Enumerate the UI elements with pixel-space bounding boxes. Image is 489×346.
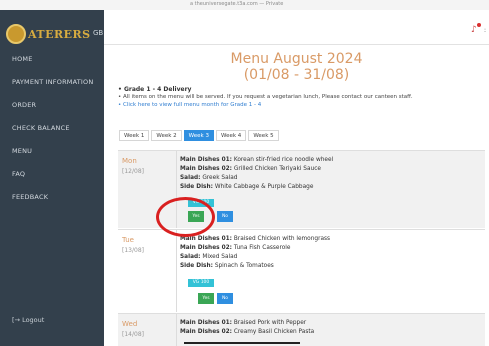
- dish-line: Salad: Mixed Salad: [180, 254, 238, 260]
- annotation-circle: [156, 197, 215, 237]
- vegetarian-badge[interactable]: VG 100: [188, 279, 214, 287]
- logout-label: Logout: [22, 316, 45, 324]
- browser-bar: a theuniversegate.t3a.com — Private: [0, 0, 489, 10]
- date-range: (01/08 - 31/08): [243, 67, 350, 83]
- nav-faq[interactable]: FAQ: [12, 170, 25, 178]
- tab-week-5[interactable]: Week 5: [248, 130, 279, 141]
- tab-week-2[interactable]: Week 2: [151, 130, 182, 141]
- tab-week-1[interactable]: Week 1: [119, 130, 150, 141]
- nav-home[interactable]: HOME: [12, 55, 33, 63]
- logout-icon: [→: [12, 316, 20, 324]
- url-text: a theuniversegate.t3a.com — Private: [190, 1, 284, 7]
- menu-note: • All items on the menu will be served. …: [118, 94, 413, 100]
- tab-week-4[interactable]: Week 4: [215, 130, 247, 141]
- annotation-scribble: [184, 342, 300, 344]
- dish-list: Main Dishes 01: Braised Pork with Pepper…: [180, 319, 314, 337]
- logo-text: ATERERS: [28, 27, 91, 41]
- day-date: [12/08]: [122, 168, 144, 175]
- user-menu-icon[interactable]: :: [484, 27, 486, 34]
- no-button[interactable]: No: [217, 293, 233, 304]
- dish-line: Main Dishes 01: Braised Chicken with lem…: [180, 236, 331, 242]
- language-toggle[interactable]: GB: [93, 29, 103, 37]
- tab-week-3[interactable]: Week 3: [183, 130, 214, 141]
- day-date: [13/08]: [122, 247, 144, 254]
- header-divider: [104, 44, 489, 45]
- column-divider: [176, 314, 177, 346]
- dish-line: Side Dish: Spinach & Tomatoes: [180, 263, 274, 269]
- dish-line: Salad: Greek Salad: [180, 175, 238, 181]
- day-row-wed: Wed [14/08] Main Dishes 01: Braised Pork…: [118, 313, 485, 346]
- dish-line: Main Dishes 02: Grilled Chicken Teriyaki…: [180, 166, 321, 172]
- day-name: Mon: [122, 157, 137, 165]
- notification-dot: [477, 23, 481, 27]
- nav-check-balance[interactable]: CHECK BALANCE: [12, 124, 70, 132]
- sidebar: ATERERS GB HOME PAYMENT INFORMATION ORDE…: [0, 10, 104, 346]
- day-row-tue: Tue [13/08] Main Dishes 01: Braised Chic…: [118, 229, 485, 312]
- full-menu-link[interactable]: • Click here to view full menu month for…: [118, 102, 261, 108]
- nav-order[interactable]: ORDER: [12, 101, 36, 109]
- column-divider: [176, 230, 177, 312]
- week-tabs: Week 1 Week 2 Week 3 Week 4 Week 5: [119, 130, 281, 141]
- logo[interactable]: ATERERS GB: [6, 24, 103, 44]
- dish-line: Side Dish: White Cabbage & Purple Cabbag…: [180, 184, 314, 190]
- day-date: [14/08]: [122, 331, 144, 338]
- grade-label: • Grade 1 - 4 Delivery: [118, 86, 192, 93]
- yes-button[interactable]: Yes: [198, 293, 214, 304]
- nav-feedback[interactable]: FEEDBACK: [12, 193, 48, 201]
- dish-line: Main Dishes 01: Braised Pork with Pepper: [180, 320, 307, 326]
- day-name: Tue: [122, 236, 134, 244]
- day-name: Wed: [122, 320, 138, 328]
- logo-badge-icon: [6, 24, 26, 44]
- page-title: Menu August 2024: [230, 51, 363, 67]
- dish-list: Main Dishes 01: Braised Chicken with lem…: [180, 235, 330, 271]
- bell-icon[interactable]: ♪: [471, 25, 477, 35]
- no-button[interactable]: No: [217, 211, 233, 222]
- nav-payment-information[interactable]: PAYMENT INFORMATION: [12, 78, 93, 86]
- dish-line: Main Dishes 02: Creamy Basil Chicken Pas…: [180, 329, 315, 335]
- nav-menu[interactable]: MENU: [12, 147, 32, 155]
- logout-link[interactable]: [→ Logout: [12, 316, 44, 324]
- dish-list: Main Dishes 01: Korean stir-fried rice n…: [180, 156, 333, 192]
- dish-line: Main Dishes 02: Tuna Fish Casserole: [180, 245, 291, 251]
- dish-line: Main Dishes 01: Korean stir-fried rice n…: [180, 157, 334, 163]
